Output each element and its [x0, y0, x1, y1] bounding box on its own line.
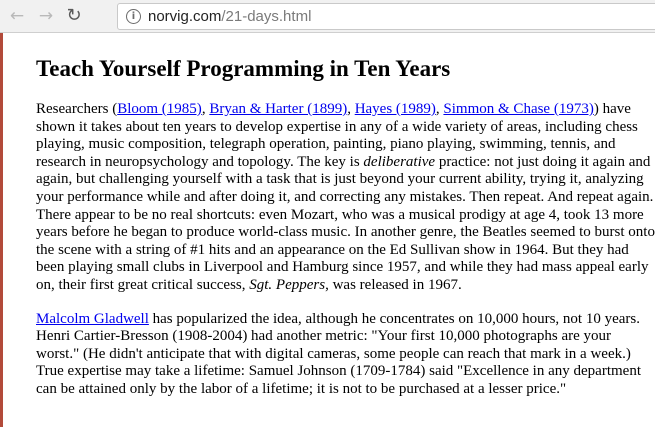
link-hayes-1989[interactable]: Hayes (1989) [355, 101, 436, 117]
back-arrow-icon[interactable]: ← [6, 5, 28, 27]
link-bryan-harter-1899[interactable]: Bryan & Harter (1899) [209, 101, 347, 117]
text-run: Researchers ( [36, 101, 118, 117]
emphasis-deliberative: deliberative [363, 153, 436, 170]
forward-arrow-icon[interactable]: → [35, 5, 57, 27]
page-content: Teach Yourself Programming in Ten Years … [36, 33, 655, 399]
reload-icon[interactable]: ↻ [63, 5, 85, 27]
emphasis-sgt-peppers: Sgt. Peppers [249, 276, 326, 293]
page-title: Teach Yourself Programming in Ten Years [36, 56, 451, 81]
link-malcolm-gladwell[interactable]: Malcolm Gladwell [36, 311, 149, 327]
info-icon[interactable]: i [126, 9, 141, 24]
link-bloom-1985[interactable]: Bloom (1985) [117, 101, 202, 117]
paragraph-gladwell: Malcolm Gladwell has popularized the ide… [36, 311, 655, 399]
url-host: norvig.com [148, 8, 222, 25]
paragraph-researchers: Researchers (Bloom (1985), Bryan & Harte… [36, 101, 655, 295]
text-run: practice: not just doing it again and ag… [36, 153, 655, 293]
link-simmon-chase-1973[interactable]: Simmon & Chase (1973) [443, 101, 593, 117]
text-run: , [347, 101, 355, 117]
window-edge-divider [0, 33, 3, 427]
browser-toolbar: ← → ↻ i norvig.com/21-days.html [0, 0, 655, 33]
text-run: , was released in 1967. [325, 276, 462, 293]
url-text[interactable]: norvig.com/21-days.html [148, 8, 311, 25]
address-bar[interactable]: i norvig.com/21-days.html [117, 3, 655, 30]
url-path: /21-days.html [221, 8, 312, 25]
